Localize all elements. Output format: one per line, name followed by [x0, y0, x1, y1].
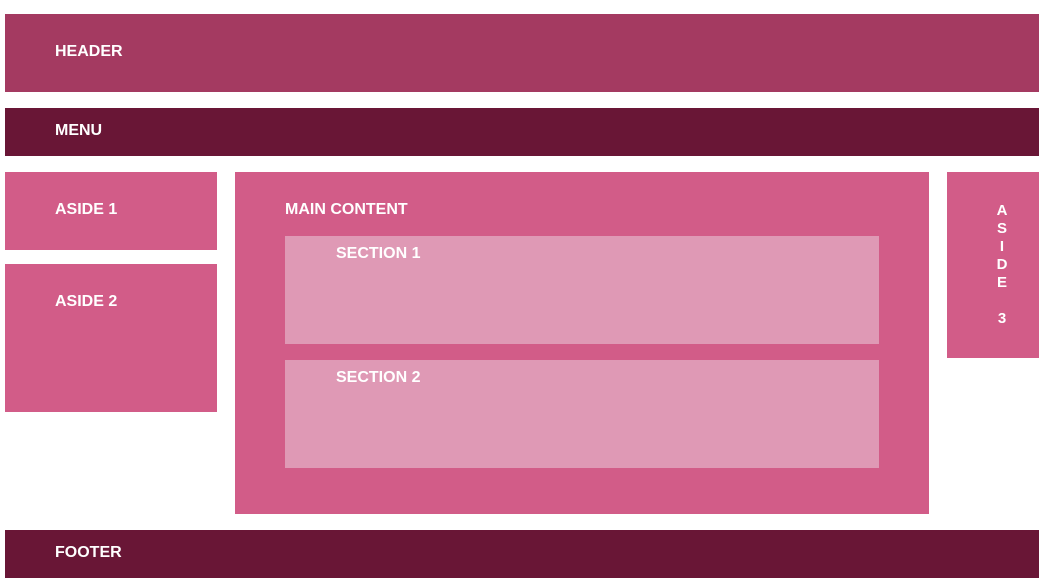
main-content-label: MAIN CONTENT	[285, 201, 408, 218]
aside-3-label: ASIDE 3	[947, 202, 1045, 328]
menu-bar[interactable]: MENU	[5, 108, 1039, 156]
section-1: SECTION 1	[285, 236, 879, 344]
aside-3-letter: E	[996, 274, 1007, 291]
section-2: SECTION 2	[285, 360, 879, 468]
aside-3-letter: S	[996, 220, 1007, 237]
aside-3-letter: A	[996, 202, 1008, 219]
header-label: HEADER	[55, 43, 123, 60]
main-content: MAIN CONTENT SECTION 1 SECTION 2	[235, 172, 929, 514]
section-2-label: SECTION 2	[336, 369, 421, 386]
menu-label[interactable]: MENU	[55, 121, 102, 141]
aside-3-letter: D	[996, 256, 1008, 273]
aside-3: ASIDE 3	[947, 172, 1039, 358]
page-footer: FOOTER	[5, 530, 1039, 578]
aside-3-letter: 3	[997, 310, 1007, 327]
aside-3-letter	[1000, 292, 1004, 310]
aside-2: ASIDE 2	[5, 264, 217, 412]
aside-1-label: ASIDE 1	[55, 201, 118, 218]
aside-1: ASIDE 1	[5, 172, 217, 250]
section-1-label: SECTION 1	[336, 245, 421, 262]
aside-2-label: ASIDE 2	[55, 293, 118, 310]
footer-label: FOOTER	[55, 544, 122, 561]
page-header: HEADER	[5, 14, 1039, 92]
aside-3-letter: I	[999, 238, 1005, 255]
